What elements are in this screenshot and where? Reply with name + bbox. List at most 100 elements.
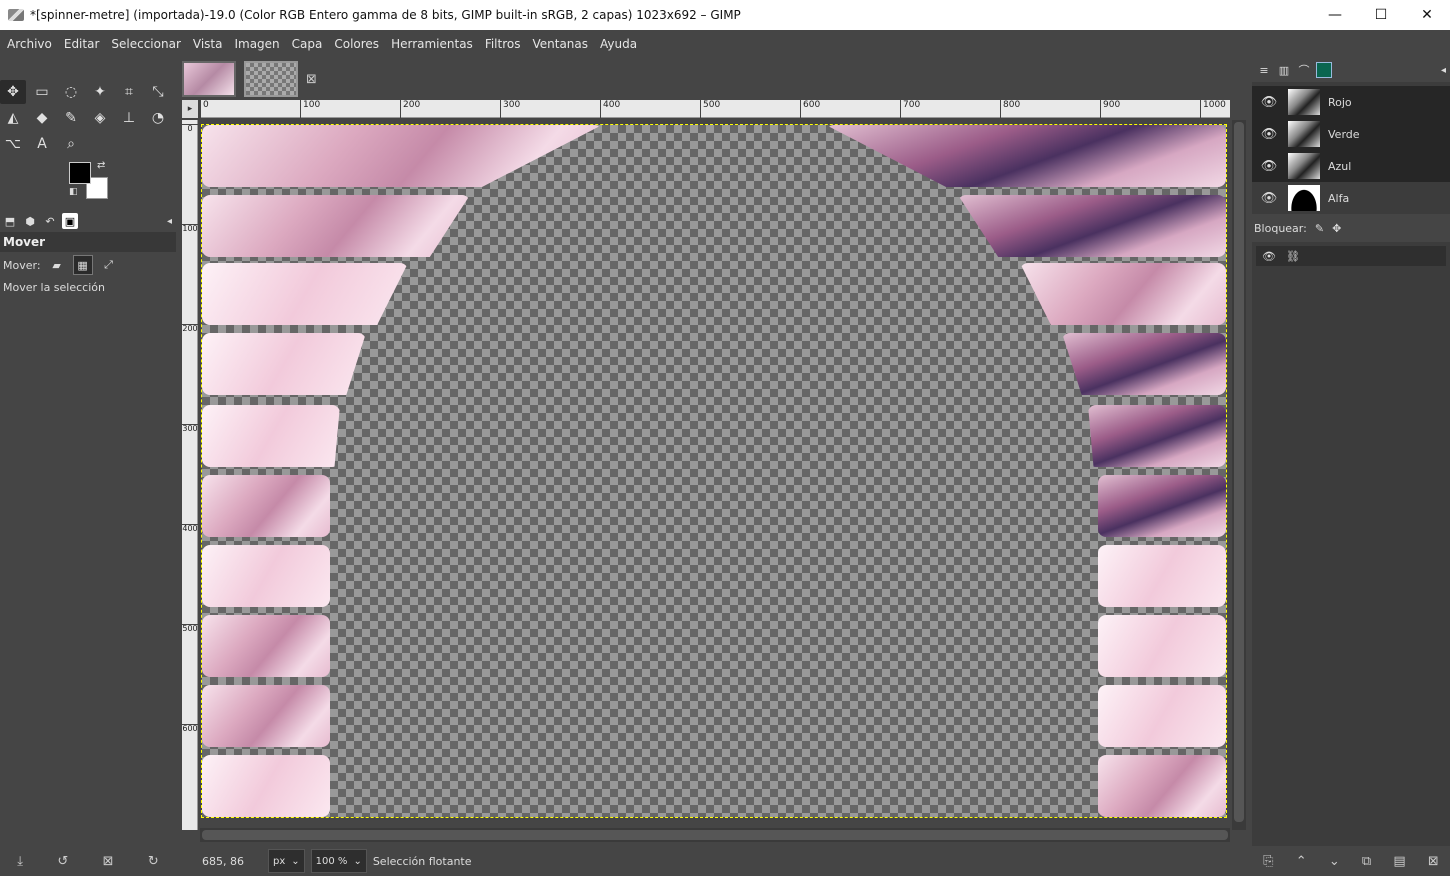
visibility-eye-icon[interactable]: 👁 xyxy=(1262,250,1276,263)
channels-tab-icon[interactable]: ▥ xyxy=(1276,62,1292,78)
ruler-tick: 1000 xyxy=(1200,100,1226,118)
unified-transform-tool-icon[interactable]: ⤡ xyxy=(145,80,171,104)
channel-row-blue[interactable]: 👁 Azul xyxy=(1252,150,1450,182)
bucket-fill-tool-icon[interactable]: ◆ xyxy=(29,106,55,130)
eraser-tool-icon[interactable]: ◈ xyxy=(87,106,113,130)
ruler-tick: 800 xyxy=(1000,100,1020,118)
menu-seleccionar[interactable]: Seleccionar xyxy=(105,30,186,58)
image-tab-2[interactable] xyxy=(244,61,298,97)
pointer-coordinates: 685, 86 xyxy=(202,854,244,868)
raise-channel-icon[interactable]: ⌃ xyxy=(1296,854,1307,869)
device-status-tab[interactable]: ⬢ xyxy=(22,213,38,229)
minimize-button[interactable]: — xyxy=(1312,0,1358,30)
delete-options-icon[interactable]: ⊠ xyxy=(103,854,114,869)
paths-tab-icon[interactable]: ⌒ xyxy=(1296,62,1312,78)
menu-vista[interactable]: Vista xyxy=(187,30,229,58)
menu-filtros[interactable]: Filtros xyxy=(479,30,527,58)
channel-row-alpha[interactable]: 👁 Alfa xyxy=(1252,182,1450,214)
menu-herramientas[interactable]: Herramientas xyxy=(385,30,479,58)
dock-menu-icon[interactable]: ◂ xyxy=(1441,65,1446,76)
image-tile xyxy=(202,475,330,537)
rect-select-tool-icon[interactable]: ▭ xyxy=(29,80,55,104)
scrollbar-thumb[interactable] xyxy=(202,830,1228,840)
visibility-eye-icon[interactable]: 👁 xyxy=(1258,95,1280,110)
chain-link-icon[interactable]: ⛓ xyxy=(1286,250,1300,263)
images-tab[interactable]: ▣ xyxy=(62,213,78,229)
image-tile xyxy=(1020,263,1226,325)
duplicate-channel-icon[interactable]: ⧉ xyxy=(1362,854,1371,869)
delete-channel-icon[interactable]: ⊠ xyxy=(1428,854,1439,869)
lower-channel-icon[interactable]: ⌄ xyxy=(1329,854,1340,869)
dock-menu-icon[interactable]: ◂ xyxy=(167,216,172,227)
maximize-button[interactable]: ☐ xyxy=(1358,0,1404,30)
ruler-tick: 500 xyxy=(700,100,720,118)
channel-name: Verde xyxy=(1328,127,1360,141)
move-tool-icon[interactable]: ✥ xyxy=(0,80,26,104)
lock-label: Bloquear: xyxy=(1254,221,1307,235)
menu-bar: Archivo Editar Seleccionar Vista Imagen … xyxy=(0,30,1450,58)
image-tabs: ⊠ xyxy=(178,58,1250,100)
clone-tool-icon[interactable]: ⊥ xyxy=(116,106,142,130)
colormap-tab-icon[interactable] xyxy=(1316,62,1332,78)
menu-capa[interactable]: Capa xyxy=(286,30,329,58)
fuzzy-select-tool-icon[interactable]: ✦ xyxy=(87,80,113,104)
warp-transform-tool-icon[interactable]: ◭ xyxy=(0,106,26,130)
layers-tab-icon[interactable]: ≡ xyxy=(1256,62,1272,78)
window-title: *[spinner-metre] (importada)-19.0 (Color… xyxy=(30,8,741,22)
paintbrush-tool-icon[interactable]: ✎ xyxy=(58,106,84,130)
channel-row-red[interactable]: 👁 Rojo xyxy=(1252,86,1450,118)
tool-options-footer: ⤓ ↺ ⊠ ↻ xyxy=(0,846,176,876)
smudge-tool-icon[interactable]: ◔ xyxy=(145,106,171,130)
move-path-icon[interactable]: ⤢ xyxy=(99,255,119,275)
close-tab-icon[interactable]: ⊠ xyxy=(306,72,317,87)
restore-options-icon[interactable]: ↺ xyxy=(57,854,68,869)
ruler-tick: 200 xyxy=(182,324,198,333)
layers-dock: ≡ ▥ ⌒ ◂ 👁 Rojo 👁 Verde 👁 Azul 👁 Alfa Blo… xyxy=(1252,58,1450,876)
move-selection-icon[interactable]: ▦ xyxy=(72,255,93,275)
status-message: Selección flotante xyxy=(372,854,472,868)
undo-history-tab[interactable]: ↶ xyxy=(42,213,58,229)
swap-colors-icon[interactable]: ⇄ xyxy=(97,160,105,171)
channel-row-green[interactable]: 👁 Verde xyxy=(1252,118,1450,150)
channel-thumbnail xyxy=(1288,153,1320,179)
unit-selector[interactable]: px ⌄ xyxy=(268,849,305,873)
save-options-icon[interactable]: ⤓ xyxy=(17,854,23,869)
paths-tool-icon[interactable]: ⌥ xyxy=(0,132,26,156)
menu-editar[interactable]: Editar xyxy=(58,30,106,58)
visibility-eye-icon[interactable]: 👁 xyxy=(1258,127,1280,142)
menu-colores[interactable]: Colores xyxy=(328,30,385,58)
tool-options-tab[interactable]: ⬒ xyxy=(2,213,18,229)
zoom-selector[interactable]: 100 % ⌄ xyxy=(310,849,367,873)
visibility-eye-icon[interactable]: 👁 xyxy=(1258,191,1280,206)
close-button[interactable]: ✕ xyxy=(1404,0,1450,30)
new-channel-icon[interactable]: ⎘ xyxy=(1263,854,1273,869)
reset-colors-icon[interactable]: ◧ xyxy=(69,187,78,197)
channel-to-selection-icon[interactable]: ▤ xyxy=(1393,854,1405,869)
horizontal-scrollbar[interactable] xyxy=(200,828,1230,842)
reset-options-icon[interactable]: ↻ xyxy=(148,854,159,869)
visibility-eye-icon[interactable]: 👁 xyxy=(1258,159,1280,174)
menu-ventanas[interactable]: Ventanas xyxy=(526,30,594,58)
menu-ayuda[interactable]: Ayuda xyxy=(594,30,643,58)
menu-archivo[interactable]: Archivo xyxy=(1,30,58,58)
text-tool-icon[interactable]: A xyxy=(29,132,55,156)
free-select-tool-icon[interactable]: ◌ xyxy=(58,80,84,104)
move-layer-icon[interactable]: ▰ xyxy=(47,255,67,275)
crop-tool-icon[interactable]: ⌗ xyxy=(116,80,142,104)
menu-imagen[interactable]: Imagen xyxy=(228,30,285,58)
image-canvas[interactable] xyxy=(201,124,1227,818)
lock-pixels-icon[interactable]: ✎ xyxy=(1315,222,1324,235)
image-tab-1[interactable] xyxy=(182,61,236,97)
layers-dock-tabs: ≡ ▥ ⌒ ◂ xyxy=(1252,58,1450,82)
image-tile xyxy=(202,755,330,817)
ruler-tick: 900 xyxy=(1100,100,1120,118)
horizontal-ruler: 0 100 200 300 400 500 600 700 800 900 10… xyxy=(200,100,1230,118)
channels-list: 👁 Rojo 👁 Verde 👁 Azul 👁 Alfa xyxy=(1252,86,1450,214)
ruler-corner-icon[interactable]: ▸ xyxy=(182,100,198,118)
zoom-tool-icon[interactable]: ⌕ xyxy=(58,132,84,156)
scrollbar-thumb[interactable] xyxy=(1234,122,1244,822)
channels-footer: ⎘ ⌃ ⌄ ⧉ ▤ ⊠ xyxy=(1252,846,1450,876)
vertical-scrollbar[interactable] xyxy=(1232,120,1246,830)
lock-position-icon[interactable]: ✥ xyxy=(1332,222,1341,235)
foreground-color-swatch[interactable] xyxy=(69,162,91,184)
